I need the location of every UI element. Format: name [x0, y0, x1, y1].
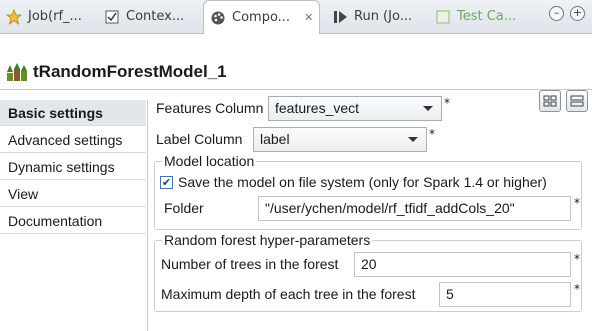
- required-marker: *: [574, 282, 580, 296]
- list-view-button[interactable]: [566, 90, 588, 112]
- tab-label: Test Ca...: [457, 9, 517, 24]
- list-icon: [570, 95, 584, 107]
- sidebar-item-dynamic-settings[interactable]: Dynamic settings: [0, 154, 146, 180]
- tab-label: Compo...: [232, 10, 291, 25]
- header-divider: [0, 89, 592, 90]
- sidebar-item-advanced-settings[interactable]: Advanced settings: [0, 127, 146, 153]
- folder-input[interactable]: "/user/ychen/model/rf_tfidf_addCols_20": [258, 196, 571, 221]
- component-palette-icon: [211, 11, 225, 24]
- model-location-title: Model location: [162, 153, 257, 169]
- table-view-button[interactable]: [539, 90, 561, 112]
- context-icon: [105, 10, 119, 23]
- random-forest-icon: [7, 63, 27, 81]
- features-column-value: features_vect: [275, 100, 360, 116]
- maximize-icon[interactable]: +: [570, 6, 585, 21]
- tab-component[interactable]: Compo... ✕: [203, 0, 320, 34]
- required-marker: *: [574, 196, 580, 210]
- label-column-label: Label Column: [156, 131, 243, 147]
- job-icon: [6, 8, 22, 25]
- component-header: tRandomForestModel_1: [0, 34, 592, 112]
- sidebar-item-view[interactable]: View: [0, 181, 146, 207]
- features-column-select[interactable]: features_vect: [268, 96, 442, 121]
- save-model-label: Save the model on file system (only for …: [178, 174, 547, 190]
- num-trees-input[interactable]: 20: [354, 252, 571, 277]
- close-icon[interactable]: ✕: [304, 11, 313, 24]
- test-case-icon: [436, 10, 450, 23]
- view-tab-bar: Job(rf_... Contex... Compo... ✕ Run (Jo.…: [0, 0, 592, 34]
- tab-run[interactable]: Run (Jo...: [332, 0, 412, 33]
- features-column-label: Features Column: [156, 100, 264, 116]
- max-depth-input[interactable]: 5: [439, 282, 571, 307]
- label-column-select[interactable]: label: [253, 127, 427, 152]
- save-model-checkbox[interactable]: ✔: [160, 176, 173, 189]
- tab-label: Job(rf_...: [28, 9, 82, 24]
- tab-label: Run (Jo...: [354, 9, 413, 24]
- chevron-down-icon: [423, 106, 433, 111]
- max-depth-label: Maximum depth of each tree in the forest: [161, 286, 416, 302]
- grid-icon: [543, 95, 557, 107]
- run-icon: [334, 10, 347, 23]
- folder-label: Folder: [164, 200, 204, 216]
- tab-contexts[interactable]: Contex...: [104, 0, 184, 33]
- settings-sidebar: Basic settings Advanced settings Dynamic…: [0, 100, 148, 331]
- minimize-icon[interactable]: –: [549, 6, 564, 21]
- label-column-value: label: [260, 131, 290, 147]
- tab-test-cases[interactable]: Test Ca...: [435, 0, 516, 33]
- component-title: tRandomForestModel_1: [33, 62, 227, 81]
- required-marker: *: [429, 127, 435, 141]
- sidebar-item-basic-settings[interactable]: Basic settings: [0, 100, 146, 126]
- required-marker: *: [444, 96, 450, 110]
- hyper-parameters-title: Random forest hyper-parameters: [162, 232, 373, 248]
- tab-label: Contex...: [126, 9, 185, 24]
- num-trees-label: Number of trees in the forest: [161, 256, 339, 272]
- sidebar-item-documentation[interactable]: Documentation: [0, 208, 146, 234]
- required-marker: *: [574, 252, 580, 266]
- tab-job[interactable]: Job(rf_...: [6, 0, 82, 33]
- chevron-down-icon: [408, 137, 418, 142]
